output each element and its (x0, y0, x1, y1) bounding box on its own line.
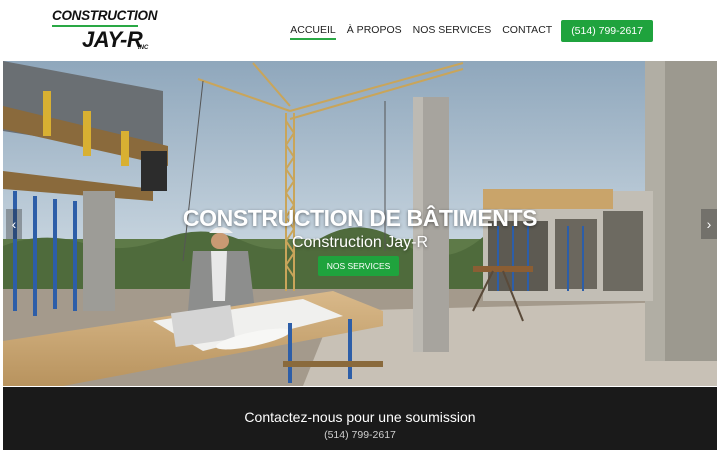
logo-suffix: INC (138, 45, 149, 51)
hero-subtitle: Construction Jay-R (291, 234, 429, 251)
nav-item-a-propos[interactable]: À PROPOS (347, 20, 402, 41)
logo-line-2: JAY-R (82, 27, 143, 52)
phone-button[interactable]: (514) 799-2617 (561, 19, 653, 42)
chevron-right-icon: › (706, 216, 712, 232)
services-button[interactable]: NOS SERVICES (318, 256, 399, 276)
nav-item-accueil[interactable]: ACCUEIL (290, 20, 336, 41)
site-header: CONSTRUCTION JAY-R INC ACCUEIL À PROPOS … (0, 0, 720, 60)
main-nav: ACCUEIL À PROPOS NOS SERVICES CONTACT (5… (279, 19, 653, 42)
contact-title: Contactez-nous pour une soumission (244, 409, 476, 425)
logo-line-1: CONSTRUCTION (52, 8, 158, 23)
hero-slider: CONSTRUCTION DE BÂTIMENTS Construction J… (3, 61, 717, 386)
contact-band: Contactez-nous pour une soumission (514)… (3, 387, 717, 450)
nav-item-nos-services[interactable]: NOS SERVICES (413, 20, 492, 41)
slider-prev-button[interactable]: ‹ (6, 209, 22, 239)
chevron-left-icon: ‹ (11, 216, 17, 232)
contact-phone[interactable]: (514) 799-2617 (3, 429, 717, 441)
hero-title: CONSTRUCTION DE BÂTIMENTS (182, 205, 538, 231)
nav-item-contact[interactable]: CONTACT (502, 20, 552, 41)
company-logo[interactable]: CONSTRUCTION JAY-R INC (52, 8, 157, 54)
slider-next-button[interactable]: › (701, 209, 717, 239)
